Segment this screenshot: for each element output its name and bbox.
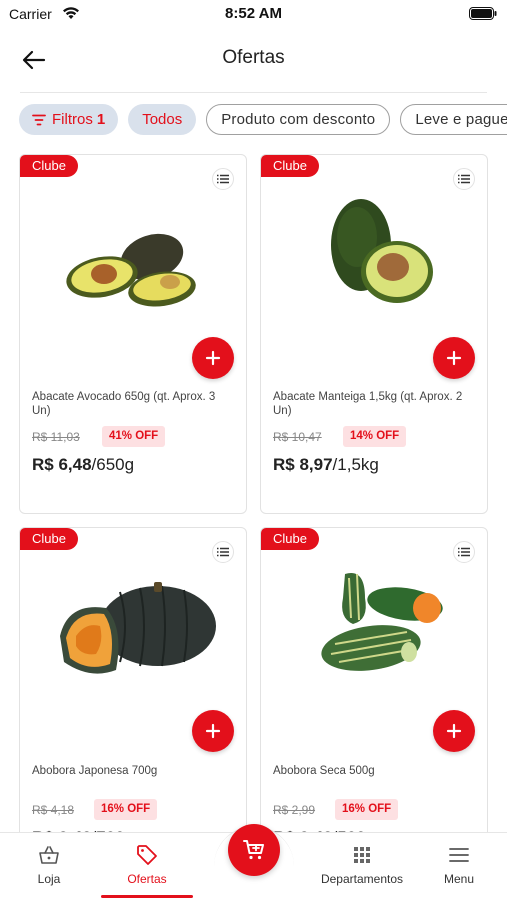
nav-departamentos[interactable]: Departamentos <box>312 843 412 886</box>
plus-icon <box>205 350 221 366</box>
filters-button[interactable]: Filtros 1 <box>19 104 119 135</box>
clube-badge: Clube <box>20 528 78 550</box>
status-bar: Carrier 8:52 AM <box>0 0 507 30</box>
plus-icon <box>446 723 462 739</box>
status-time: 8:52 AM <box>225 5 282 22</box>
header: Ofertas <box>0 30 507 90</box>
header-divider <box>20 92 487 93</box>
product-name: Abacate Manteiga 1,5kg (qt. Aprox. 2 Un) <box>273 391 463 417</box>
nav-label: Departamentos <box>320 872 404 886</box>
battery-icon <box>469 7 497 20</box>
product-name: Abobora Seca 500g <box>273 765 375 777</box>
add-to-cart-button[interactable] <box>433 710 475 752</box>
old-price: R$ 11,03 <box>32 430 80 444</box>
price-unit: /650g <box>91 455 135 474</box>
active-tab-indicator <box>101 895 193 898</box>
nav-label: Loja <box>37 872 61 886</box>
old-price: R$ 4,18 <box>32 803 75 817</box>
chip-produto-com-desconto[interactable]: Produto com desconto <box>206 104 391 135</box>
nav-label: Menu <box>443 872 475 886</box>
hamburger-menu-icon <box>449 848 469 862</box>
add-to-cart-button[interactable] <box>192 710 234 752</box>
grid-icon <box>354 847 370 863</box>
product-card[interactable]: Clube Abacate Manteiga 1,5kg (qt. Aprox.… <box>260 154 488 514</box>
product-image-avocado <box>66 233 196 307</box>
price: R$ 6,48 <box>32 455 92 474</box>
product-image-pumpkin <box>60 582 216 674</box>
price-line: R$ 6,48/650g <box>32 455 134 475</box>
clube-badge: Clube <box>261 155 319 177</box>
clube-badge: Clube <box>261 528 319 550</box>
plus-icon <box>205 723 221 739</box>
product-card[interactable]: Clube Abobora Seca 500g R$ 2,99 16% OFF … <box>260 527 488 847</box>
cart-icon <box>243 840 264 860</box>
cart-button[interactable] <box>228 824 280 876</box>
plus-icon <box>446 350 462 366</box>
old-price: R$ 2,99 <box>273 803 316 817</box>
tag-icon <box>137 845 157 865</box>
product-card[interactable]: Clube Abobora Japonesa 700g R$ 4,18 16% … <box>19 527 247 847</box>
chip-leve-e-pague[interactable]: Leve e pague <box>400 104 507 135</box>
basket-icon <box>39 846 59 864</box>
discount-badge: 16% OFF <box>94 799 158 820</box>
filter-chips: Filtros 1 Todos Produto com desconto Leve … <box>19 104 507 136</box>
page-title: Ofertas <box>222 47 285 68</box>
filters-count: 1 <box>96 111 106 128</box>
price: R$ 8,97 <box>273 455 333 474</box>
price-unit: /1,5kg <box>332 455 379 474</box>
add-to-cart-button[interactable] <box>192 337 234 379</box>
nav-menu[interactable]: Menu <box>414 843 504 886</box>
product-name: Abobora Japonesa 700g <box>32 765 158 777</box>
filter-icon <box>32 114 46 125</box>
product-card[interactable]: Clube Abacate Avocado 650g (qt. Aprox. 3… <box>19 154 247 514</box>
old-price: R$ 10,47 <box>273 430 322 444</box>
add-to-cart-button[interactable] <box>433 337 475 379</box>
clube-badge: Clube <box>20 155 78 177</box>
discount-badge: 14% OFF <box>343 426 407 447</box>
product-name: Abacate Avocado 650g (qt. Aprox. 3 Un) <box>32 391 216 417</box>
product-image-squash <box>321 573 443 671</box>
nav-loja[interactable]: Loja <box>4 843 94 886</box>
discount-badge: 41% OFF <box>102 426 166 447</box>
chip-todos[interactable]: Todos <box>128 104 197 135</box>
product-image-avocado-manteiga <box>331 199 433 303</box>
price-line: R$ 8,97/1,5kg <box>273 455 379 475</box>
nav-ofertas[interactable]: Ofertas <box>101 843 193 886</box>
filters-label: Filtros <box>52 111 93 128</box>
discount-badge: 16% OFF <box>335 799 399 820</box>
nav-label: Ofertas <box>127 872 167 886</box>
